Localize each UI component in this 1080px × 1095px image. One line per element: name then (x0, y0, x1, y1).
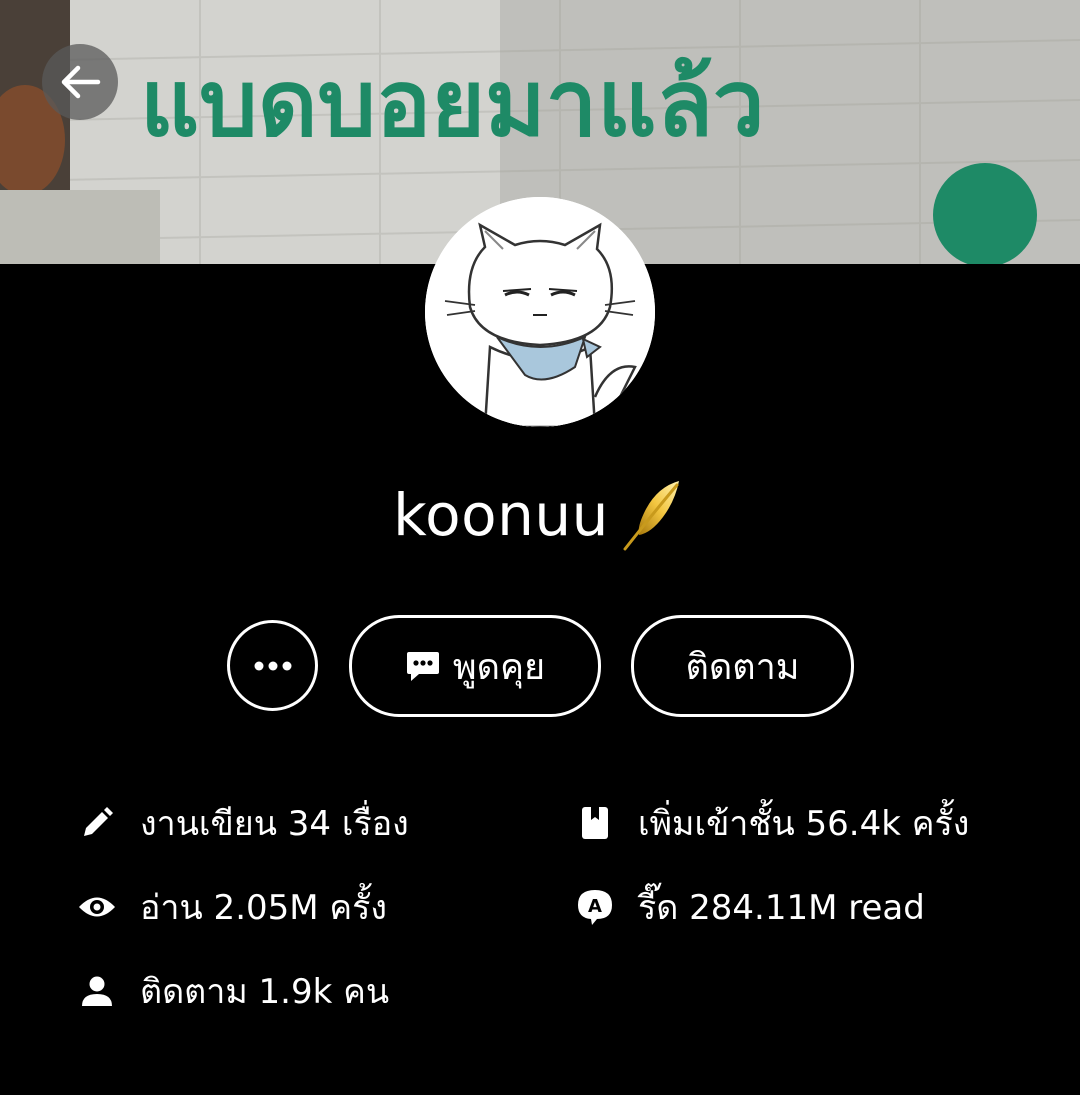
arrow-left-icon (61, 65, 101, 99)
chat-button[interactable]: พูดคุย (349, 615, 601, 717)
avatar[interactable] (425, 197, 655, 427)
stat-library-text: เพิ่มเข้าชั้น 56.4k ครั้ง (638, 804, 970, 844)
stat-followers-text: ติดตาม 1.9k คน (140, 972, 390, 1012)
cat-avatar-illustration (425, 197, 655, 427)
stat-works-text: งานเขียน 34 เรื่อง (140, 804, 409, 844)
bookmark-icon (576, 804, 614, 842)
chat-a-icon: A (576, 888, 614, 926)
stat-reads-text: อ่าน 2.05M ครั้ง (140, 888, 388, 928)
golden-feather-icon (623, 481, 679, 551)
more-button[interactable] (227, 620, 318, 711)
stat-reads: อ่าน 2.05M ครั้ง (78, 882, 387, 932)
stat-reeds-text: รี๊ด 284.11M read (638, 888, 925, 928)
stat-followers: ติดตาม 1.9k คน (78, 966, 389, 1016)
svg-text:A: A (588, 896, 602, 917)
profile-name-row: koonuu (0, 475, 1080, 555)
follow-button-label: ติดตาม (685, 646, 800, 688)
stat-library: เพิ่มเข้าชั้น 56.4k ครั้ง (576, 798, 969, 848)
profile-name: koonuu (393, 481, 609, 549)
person-icon (78, 972, 116, 1010)
chat-bubble-icon (406, 652, 439, 681)
graffiti-text: แบดบอยมาแล้ว (140, 50, 765, 157)
more-dots-icon (254, 661, 291, 670)
profile-actions: พูดคุย ติดตาม (0, 615, 1080, 717)
eye-icon (78, 888, 116, 926)
chat-button-label: พูดคุย (452, 646, 546, 688)
follow-button[interactable]: ติดตาม (631, 615, 854, 717)
back-button[interactable] (42, 44, 118, 120)
pencil-icon (78, 804, 116, 842)
stat-works: งานเขียน 34 เรื่อง (78, 798, 409, 848)
stat-reeds: A รี๊ด 284.11M read (576, 882, 925, 932)
